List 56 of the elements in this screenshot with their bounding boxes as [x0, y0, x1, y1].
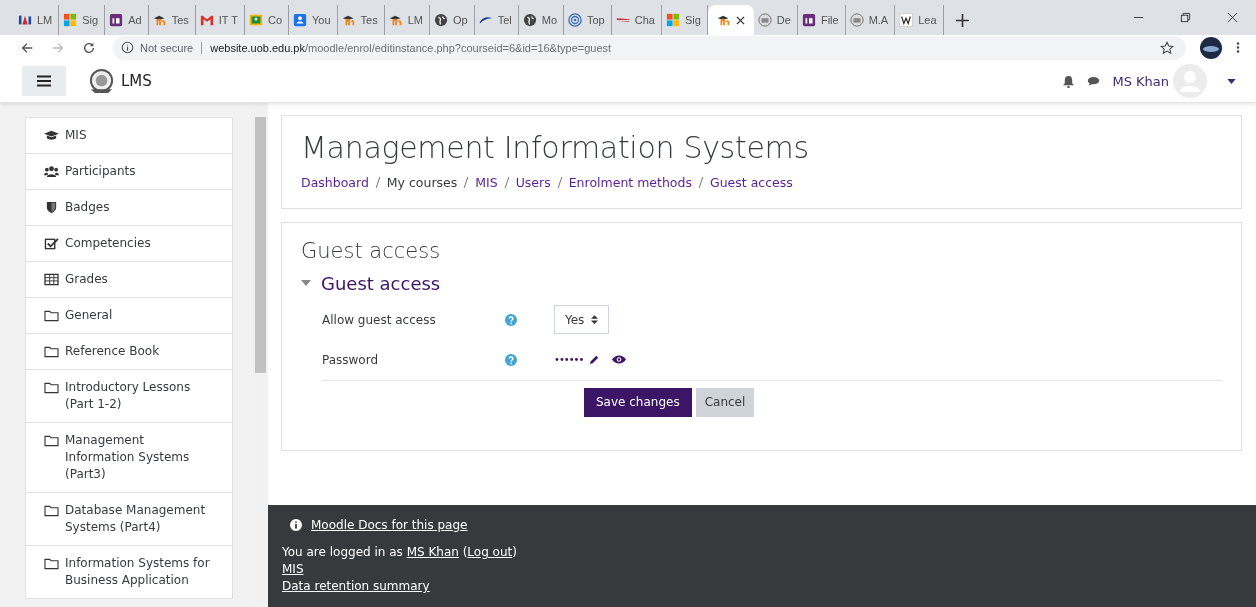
sidebar-item[interactable]: Reference Book [25, 334, 233, 370]
breadcrumb-link[interactable]: Users [515, 175, 551, 190]
tab-title: Mo [541, 14, 558, 26]
user-link[interactable]: MS Khan [406, 545, 459, 559]
sidebar-item[interactable]: Grades [25, 262, 233, 298]
cancel-button[interactable]: Cancel [695, 387, 755, 417]
security-label: Not secure [140, 41, 203, 54]
sidebar-item[interactable]: Management Information Systems (Part3) [25, 423, 233, 493]
guest-access-select[interactable]: Yes [554, 305, 610, 334]
save-button[interactable]: Save changes [584, 387, 692, 417]
sidebar-item[interactable]: General [25, 298, 233, 334]
tab-title: Co [267, 14, 283, 26]
tab-title: LM [407, 14, 424, 26]
tab-title: LM [37, 14, 54, 26]
breadcrumb-link[interactable]: MIS [475, 175, 498, 190]
sidebar-item[interactable]: Participants [25, 154, 233, 190]
breadcrumb-link[interactable]: Dashboard [301, 175, 369, 190]
tab-title: M.A [868, 14, 890, 26]
tab-title: Op [452, 14, 469, 26]
sidebar-item[interactable]: Competencies [25, 226, 233, 262]
user-name[interactable]: MS Khan [1112, 73, 1169, 89]
tab-title: IT T [218, 14, 239, 26]
tab-title: De [776, 14, 792, 26]
tab-title: Top [587, 14, 606, 26]
breadcrumb-link[interactable]: Enrolment methods [568, 175, 692, 190]
address-field[interactable]: Not secure website.uob.edu.pk/moodle/enrol/editinstance.php?courseid=6&id=16&type=guest [113, 35, 1186, 60]
password-value: •••••• [554, 354, 584, 365]
sidebar-item[interactable]: MIS [25, 117, 233, 154]
tab-title: Sig [684, 14, 702, 26]
footer-link[interactable]: Data retention summary [282, 578, 430, 595]
form-heading: Guest access [301, 239, 442, 263]
docs-link[interactable]: Moodle Docs for this page [311, 518, 468, 532]
tab-title: Sig [82, 14, 100, 26]
field-label: Allow guest access [322, 312, 437, 327]
login-info: You are logged in as MS Khan (Log out) [282, 544, 517, 561]
sidebar-item[interactable]: Database Management Systems (Part4) [25, 493, 233, 546]
sidebar-item[interactable]: Badges [25, 190, 233, 226]
breadcrumb-link[interactable]: My courses [386, 175, 458, 190]
site-name[interactable]: LMS [121, 72, 152, 90]
sidebar-item[interactable]: Introductory Lessons (Part 1-2) [25, 370, 233, 423]
tab-title: File [820, 14, 840, 26]
tab-title: Cha [634, 14, 656, 26]
url-text: website.uob.edu.pk/moodle/enrol/editinstance.php?courseid=6&id=16&type=guest [210, 41, 612, 54]
tab-title: You [312, 14, 332, 26]
section-toggle[interactable]: Guest access [301, 272, 441, 294]
tab-title: Lea [918, 14, 938, 26]
tab-title: Tes [171, 14, 190, 26]
sidebar-item[interactable]: Information Systems for Business Application [25, 546, 233, 599]
footer-link[interactable]: MIS [282, 561, 304, 578]
tab-title: Tes [360, 14, 379, 26]
tab-title: Ad [128, 14, 143, 26]
field-label: Password [322, 352, 380, 367]
tab-title: Tel [497, 14, 513, 26]
breadcrumb-link[interactable]: Guest access [709, 175, 793, 190]
logout-link[interactable]: Log out [467, 545, 513, 559]
page-title: Management Information Systems [301, 130, 810, 165]
